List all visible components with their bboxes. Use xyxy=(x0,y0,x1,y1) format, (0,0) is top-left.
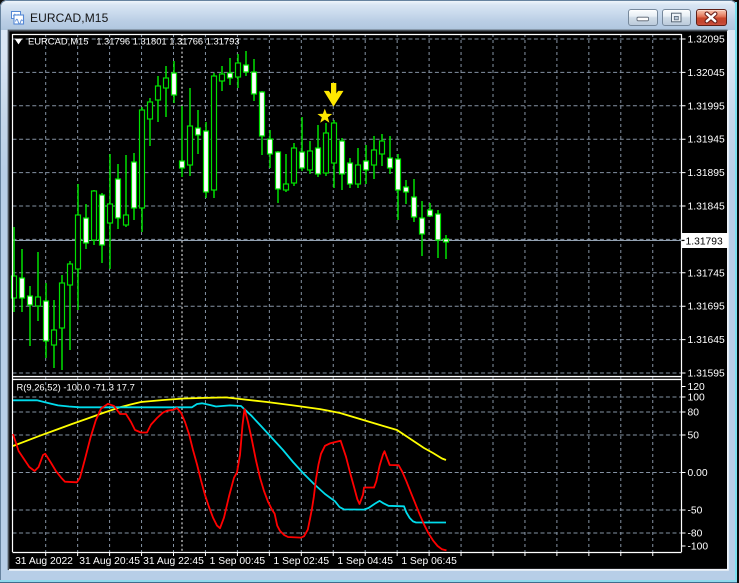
svg-text:1.31845: 1.31845 xyxy=(688,202,725,213)
svg-text:1.32045: 1.32045 xyxy=(688,68,725,79)
svg-text:31 Aug 22:45: 31 Aug 22:45 xyxy=(143,556,204,567)
svg-text:1.31995: 1.31995 xyxy=(688,101,725,112)
svg-text:1.31695: 1.31695 xyxy=(688,302,725,313)
svg-text:0.00: 0.00 xyxy=(688,468,708,479)
svg-text:-100: -100 xyxy=(688,542,709,553)
svg-text:50: 50 xyxy=(688,431,700,442)
svg-text:1.32095: 1.32095 xyxy=(688,35,725,46)
svg-text:1.31645: 1.31645 xyxy=(688,335,725,346)
svg-text:31 Aug 2022: 31 Aug 2022 xyxy=(15,556,73,567)
svg-text:1 Sep 06:45: 1 Sep 06:45 xyxy=(401,556,457,567)
svg-text:1.31595: 1.31595 xyxy=(688,369,725,380)
svg-text:1.31793: 1.31793 xyxy=(686,236,723,247)
svg-text:31 Aug 20:45: 31 Aug 20:45 xyxy=(79,556,140,567)
svg-text:R(9,26,52) -100.0 -71.3 17.7: R(9,26,52) -100.0 -71.3 17.7 xyxy=(17,382,135,393)
svg-text:1.31895: 1.31895 xyxy=(688,168,725,179)
svg-text:-50: -50 xyxy=(688,506,703,517)
svg-text:EURCAD,M15 1.31796 1.31801 1: EURCAD,M15 1.31796 1.31801 1.31766 1.317… xyxy=(28,35,240,46)
svg-text:1.31745: 1.31745 xyxy=(688,268,725,279)
svg-text:100: 100 xyxy=(688,393,705,404)
svg-text:1 Sep 04:45: 1 Sep 04:45 xyxy=(337,556,393,567)
svg-text:1.31945: 1.31945 xyxy=(688,135,725,146)
svg-text:-80: -80 xyxy=(688,529,703,540)
svg-text:80: 80 xyxy=(688,408,700,419)
svg-text:1 Sep 02:45: 1 Sep 02:45 xyxy=(274,556,330,567)
svg-text:1 Sep 00:45: 1 Sep 00:45 xyxy=(210,556,266,567)
svg-text:120: 120 xyxy=(688,382,705,393)
